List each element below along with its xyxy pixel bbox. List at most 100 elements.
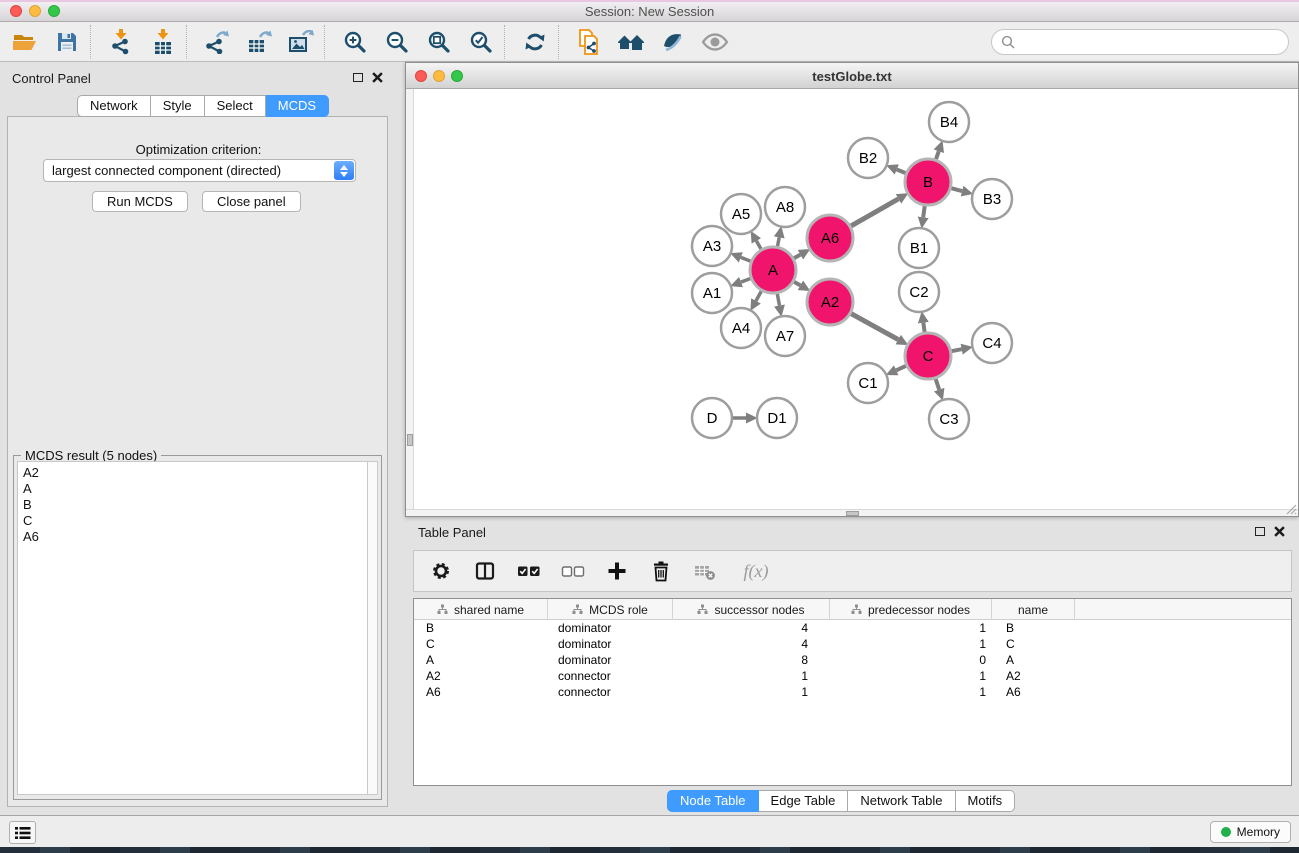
graph-edge-A-A1[interactable] bbox=[741, 278, 751, 282]
table-cell[interactable]: A6 bbox=[992, 684, 1075, 700]
graph-node-C3[interactable]: C3 bbox=[929, 399, 969, 439]
graph-node-B4[interactable]: B4 bbox=[929, 102, 969, 142]
table-tab-network-table[interactable]: Network Table bbox=[848, 790, 955, 812]
graph-edge-A-A2[interactable] bbox=[794, 282, 800, 286]
tab-mcds[interactable]: MCDS bbox=[266, 95, 329, 117]
graph-node-D[interactable]: D bbox=[692, 398, 732, 438]
graph-edge-B-B4[interactable] bbox=[936, 151, 939, 159]
graph-node-A[interactable]: A bbox=[750, 247, 796, 293]
create-column-button[interactable] bbox=[602, 556, 632, 586]
table-cell[interactable]: 8 bbox=[673, 652, 830, 668]
graph-edge-A-A8[interactable] bbox=[777, 237, 779, 246]
mcds-result-item[interactable]: A6 bbox=[23, 529, 367, 545]
export-network-button[interactable] bbox=[199, 24, 235, 60]
table-cell[interactable]: 0 bbox=[830, 652, 992, 668]
close-panel-button[interactable]: Close panel bbox=[202, 191, 301, 212]
import-table-button[interactable] bbox=[145, 24, 181, 60]
task-history-button[interactable] bbox=[9, 821, 36, 844]
table-float-panel-icon[interactable] bbox=[1255, 527, 1265, 536]
table-cell[interactable]: C bbox=[992, 636, 1075, 652]
table-cell[interactable]: connector bbox=[548, 684, 673, 700]
graph-node-C1[interactable]: C1 bbox=[848, 363, 888, 403]
table-cell[interactable]: dominator bbox=[548, 620, 673, 636]
graph-node-C[interactable]: C bbox=[905, 333, 951, 379]
graph-edge-B-B2[interactable] bbox=[897, 170, 906, 174]
table-row[interactable]: A2connector11A2 bbox=[414, 668, 1291, 684]
graph-node-A5[interactable]: A5 bbox=[721, 194, 761, 234]
tab-style[interactable]: Style bbox=[151, 95, 205, 117]
graph-node-A6[interactable]: A6 bbox=[807, 215, 853, 261]
search-input[interactable] bbox=[1020, 35, 1288, 50]
resize-handle-icon[interactable] bbox=[1284, 502, 1297, 515]
graph-node-A1[interactable]: A1 bbox=[692, 273, 732, 313]
table-tab-edge-table[interactable]: Edge Table bbox=[759, 790, 849, 812]
column-header-name[interactable]: name bbox=[992, 599, 1075, 620]
table-tab-node-table[interactable]: Node Table bbox=[667, 790, 759, 812]
memory-button[interactable]: Memory bbox=[1210, 821, 1291, 843]
table-cell[interactable]: B bbox=[992, 620, 1075, 636]
graph-edge-A-A7[interactable] bbox=[777, 294, 779, 306]
table-tab-motifs[interactable]: Motifs bbox=[956, 790, 1016, 812]
network-vscroll-thumb[interactable] bbox=[407, 434, 413, 446]
table-cell[interactable]: 4 bbox=[673, 620, 830, 636]
export-table-button[interactable] bbox=[241, 24, 277, 60]
graph-edge-A-A4[interactable] bbox=[756, 291, 761, 301]
apply-layout-button[interactable] bbox=[517, 24, 553, 60]
graph-node-B2[interactable]: B2 bbox=[848, 138, 888, 178]
table-cell[interactable]: B bbox=[414, 620, 548, 636]
table-cell[interactable]: A6 bbox=[414, 684, 548, 700]
save-session-button[interactable] bbox=[49, 24, 85, 60]
table-cell[interactable]: A2 bbox=[992, 668, 1075, 684]
zoom-fit-button[interactable] bbox=[421, 24, 457, 60]
graph-edge-C-C4[interactable] bbox=[952, 349, 962, 351]
graph-edge-A2-C[interactable] bbox=[851, 314, 898, 340]
table-cell[interactable]: 1 bbox=[830, 620, 992, 636]
graph-node-D1[interactable]: D1 bbox=[757, 398, 797, 438]
mcds-result-item[interactable]: C bbox=[23, 513, 367, 529]
select-all-columns-button[interactable] bbox=[514, 556, 544, 586]
toggle-birds-eye-button[interactable] bbox=[697, 24, 733, 60]
zoom-in-button[interactable] bbox=[337, 24, 373, 60]
delete-table-button[interactable] bbox=[690, 556, 720, 586]
table-settings-button[interactable] bbox=[426, 556, 456, 586]
graph-node-A3[interactable]: A3 bbox=[692, 226, 732, 266]
graph-edge-A-A3[interactable] bbox=[741, 257, 751, 261]
show-all-networks-button[interactable] bbox=[613, 24, 649, 60]
graph-edge-C-C2[interactable] bbox=[923, 323, 924, 333]
network-hscroll-thumb[interactable] bbox=[846, 511, 859, 516]
table-row[interactable]: A6connector11A6 bbox=[414, 684, 1291, 700]
function-builder-button[interactable]: f(x) bbox=[734, 556, 778, 586]
mcds-result-item[interactable]: A bbox=[23, 481, 367, 497]
table-close-panel-icon[interactable] bbox=[1274, 526, 1285, 537]
mcds-result-item[interactable]: B bbox=[23, 497, 367, 513]
close-panel-icon[interactable] bbox=[372, 72, 383, 83]
mcds-result-item[interactable]: A2 bbox=[23, 465, 367, 481]
table-cell[interactable]: 1 bbox=[673, 684, 830, 700]
column-header-predecessor-nodes[interactable]: predecessor nodes bbox=[830, 599, 992, 620]
table-cell[interactable]: connector bbox=[548, 668, 673, 684]
graph-node-A8[interactable]: A8 bbox=[765, 187, 805, 227]
graph-edge-A-A5[interactable] bbox=[756, 241, 761, 249]
import-network-button[interactable] bbox=[103, 24, 139, 60]
table-cell[interactable]: A bbox=[414, 652, 548, 668]
delete-column-button[interactable] bbox=[646, 556, 676, 586]
graph-node-A7[interactable]: A7 bbox=[765, 316, 805, 356]
graph-edge-B-B3[interactable] bbox=[951, 188, 962, 191]
column-header-mcds-role[interactable]: MCDS role bbox=[548, 599, 673, 620]
table-cell[interactable]: 1 bbox=[830, 684, 992, 700]
graph-edge-C-C1[interactable] bbox=[896, 366, 906, 370]
network-window-titlebar[interactable]: testGlobe.txt bbox=[406, 63, 1298, 89]
zoom-out-button[interactable] bbox=[379, 24, 415, 60]
criterion-dropdown[interactable]: largest connected component (directed) bbox=[43, 159, 356, 182]
table-cell[interactable]: dominator bbox=[548, 652, 673, 668]
network-graph[interactable]: B4B2BB3A8A5A6A3B1AC2A1A2A4A7C4CC1DD1C3 bbox=[406, 89, 1298, 510]
graph-node-B1[interactable]: B1 bbox=[899, 228, 939, 268]
mcds-result-scrollbar[interactable] bbox=[367, 461, 378, 795]
graph-edge-A-A6[interactable] bbox=[794, 255, 800, 259]
graph-node-B3[interactable]: B3 bbox=[972, 179, 1012, 219]
graph-node-A2[interactable]: A2 bbox=[807, 279, 853, 325]
graph-edge-A6-B[interactable] bbox=[851, 199, 899, 226]
zoom-selected-button[interactable] bbox=[463, 24, 499, 60]
network-canvas[interactable]: B4B2BB3A8A5A6A3B1AC2A1A2A4A7C4CC1DD1C3 bbox=[406, 89, 1298, 510]
export-image-button[interactable] bbox=[283, 24, 319, 60]
